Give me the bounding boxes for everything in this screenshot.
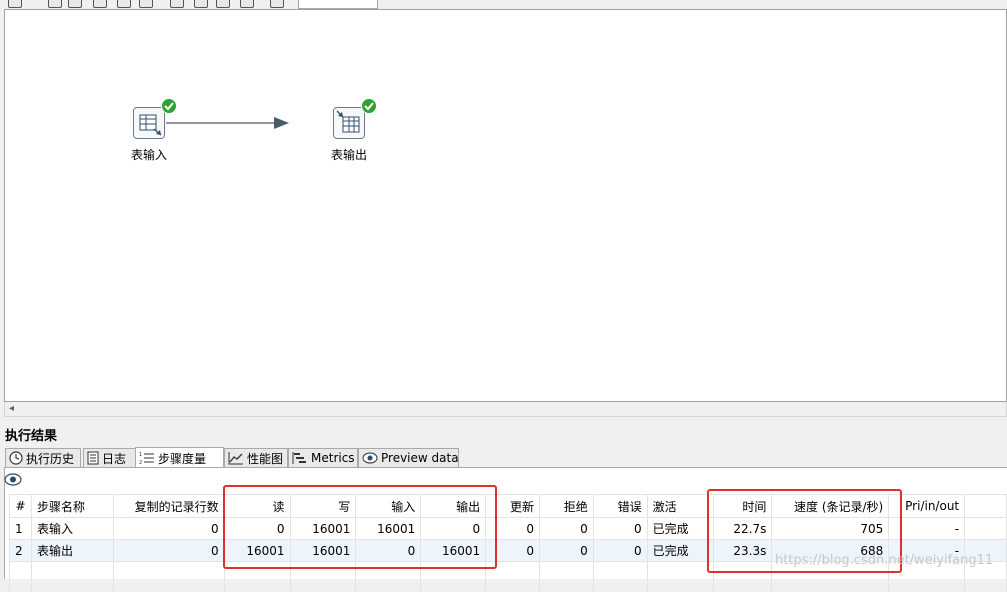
tab-label: 日志 [102,451,127,466]
step-metrics-table: # 步骤名称 复制的记录行数 读 写 输入 输出 更新 拒绝 错误 激活 时间 … [9,494,1007,592]
cell-updated: 0 [485,539,540,562]
tab-label: 性能图 [247,451,284,466]
run-icon[interactable] [8,0,22,8]
cell-written: 16001 [289,539,357,562]
cell-step-name: 表输出 [30,539,114,562]
tab-metrics[interactable]: Metrics [288,448,358,467]
tab-preview-data[interactable]: Preview data [358,448,459,467]
cell-speed: 705 [771,517,890,540]
tab-label: 步骤度量 [158,451,207,466]
cell-time: 23.3s [712,539,773,562]
col-header-pri-in-out[interactable]: Pri/in/out [888,494,966,518]
col-header-index[interactable]: # [9,494,32,518]
cell-pri-in-out: - [888,517,966,540]
col-header-read[interactable]: 读 [223,494,291,518]
svg-text:1: 1 [139,452,142,458]
explore-icon[interactable] [216,0,230,8]
col-header-errors[interactable]: 错误 [592,494,648,518]
cell-index: 2 [9,539,32,562]
col-header-updated[interactable]: 更新 [485,494,540,518]
preview-icon[interactable] [93,0,107,8]
pause-icon[interactable] [48,0,62,8]
transformation-canvas[interactable]: 表输入 表输出 [4,9,1007,402]
line-chart-icon [228,452,243,465]
show-hide-toggle[interactable] [4,473,24,489]
scroll-left-icon[interactable]: ◂ [9,402,14,416]
hop-arrow[interactable] [5,10,1006,401]
zoom-select[interactable] [298,0,378,9]
clock-icon [9,451,23,465]
cell-filler [964,517,1007,540]
cell-index: 1 [9,517,32,540]
table-header-row: # 步骤名称 复制的记录行数 读 写 输入 输出 更新 拒绝 错误 激活 时间 … [9,494,1007,518]
col-header-copies[interactable]: 复制的记录行数 [112,494,225,518]
cell-input: 16001 [355,517,422,540]
eye-icon [4,473,22,486]
toolbar [0,0,1007,9]
cell-copies: 0 [112,539,225,562]
cell-rejected: 0 [538,539,594,562]
cell-output: 0 [420,517,487,540]
cell-input: 0 [355,539,422,562]
tab-execution-history[interactable]: 执行历史 [5,448,81,467]
tab-performance-graph[interactable]: 性能图 [224,448,288,467]
tab-label: 执行历史 [26,451,75,466]
cell-step-name: 表输入 [30,517,114,540]
verify-icon[interactable] [170,0,184,8]
cell-read: 0 [223,517,291,540]
col-header-active[interactable]: 激活 [646,494,714,518]
cell-errors: 0 [592,539,648,562]
cell-copies: 0 [112,517,225,540]
stop-icon[interactable] [68,0,82,8]
cell-output: 16001 [420,539,487,562]
tab-label: Metrics [311,451,355,465]
horizontal-scrollbar[interactable]: ◂ [4,402,1007,417]
cell-errors: 0 [592,517,648,540]
gantt-icon [292,452,306,464]
cell-rejected: 0 [538,517,594,540]
col-header-time[interactable]: 时间 [712,494,773,518]
list-icon: 12 [139,452,154,465]
table-row[interactable]: 1 表输入 0 0 16001 16001 0 0 0 0 已完成 22.7s … [9,517,1007,540]
col-header-rejected[interactable]: 拒绝 [538,494,594,518]
layout-icon[interactable] [270,0,284,8]
col-header-filler [964,494,1007,518]
analyze-icon[interactable] [194,0,208,8]
cell-read: 16001 [223,539,291,562]
table-output-icon [333,107,365,139]
col-header-input[interactable]: 输入 [355,494,422,518]
tab-log[interactable]: 日志 [83,448,136,467]
col-header-output[interactable]: 输出 [420,494,487,518]
replay-icon[interactable] [139,0,153,8]
col-header-speed[interactable]: 速度 (条记录/秒) [771,494,890,518]
table-input-icon [133,107,165,139]
tab-label: Preview data [381,451,459,465]
svg-text:2: 2 [139,460,142,465]
col-header-step-name[interactable]: 步骤名称 [30,494,114,518]
cell-active: 已完成 [646,539,714,562]
cell-time: 22.7s [712,517,773,540]
panel-title: 执行结果 [5,429,58,444]
tab-step-metrics[interactable]: 12 步骤度量 [135,447,224,468]
cell-written: 16001 [289,517,357,540]
success-check-icon [161,98,177,114]
step-label: 表输入 [130,148,167,162]
watermark: https://blog.csdn.net/weiyifang11 [775,553,994,568]
col-header-written[interactable]: 写 [289,494,357,518]
cell-active: 已完成 [646,517,714,540]
sql-icon[interactable] [240,0,254,8]
debug-icon[interactable] [117,0,131,8]
success-check-icon [361,98,377,114]
step-label: 表输出 [330,148,367,162]
cell-updated: 0 [485,517,540,540]
document-icon [87,451,99,465]
eye-icon [362,452,378,464]
